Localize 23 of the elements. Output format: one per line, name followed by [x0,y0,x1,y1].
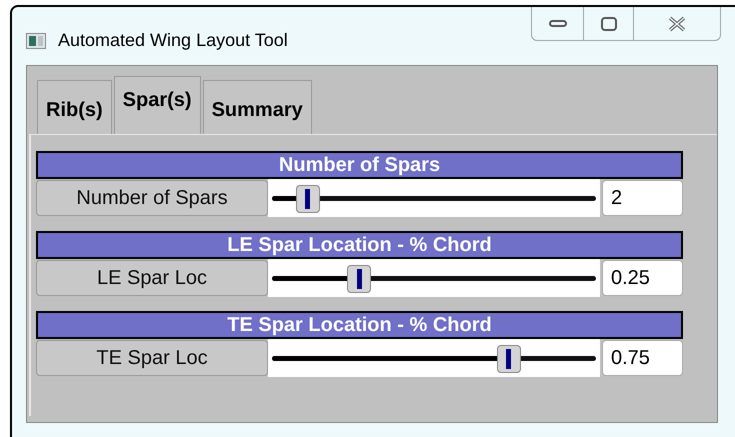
label-button[interactable]: LE Spar Loc [36,260,268,296]
slider[interactable] [268,259,600,297]
slider-thumb[interactable] [496,345,521,373]
app-icon [26,32,46,48]
label-button[interactable]: TE Spar Loc [36,340,268,376]
maximize-icon [600,16,616,30]
value-field[interactable]: 2 [602,180,683,216]
tab[interactable]: Summary [202,80,312,134]
slider-thumb[interactable] [347,265,372,293]
label-button[interactable]: Number of Spars [36,180,268,216]
section-header: TE Spar Location - % Chord [36,311,683,339]
section-header: LE Spar Location - % Chord [36,231,683,259]
tab[interactable]: Spar(s) [114,76,201,134]
window-title: Automated Wing Layout Tool [58,29,288,52]
slider[interactable] [268,179,600,217]
minimize-icon [548,20,566,27]
value-field[interactable]: 0.25 [602,260,683,296]
slider-thumb[interactable] [296,185,320,213]
close-icon [667,16,687,32]
tab[interactable]: Rib(s) [37,80,112,134]
slider[interactable] [268,339,600,377]
section-header: Number of Spars [36,151,683,179]
value-field[interactable]: 0.75 [602,340,683,376]
